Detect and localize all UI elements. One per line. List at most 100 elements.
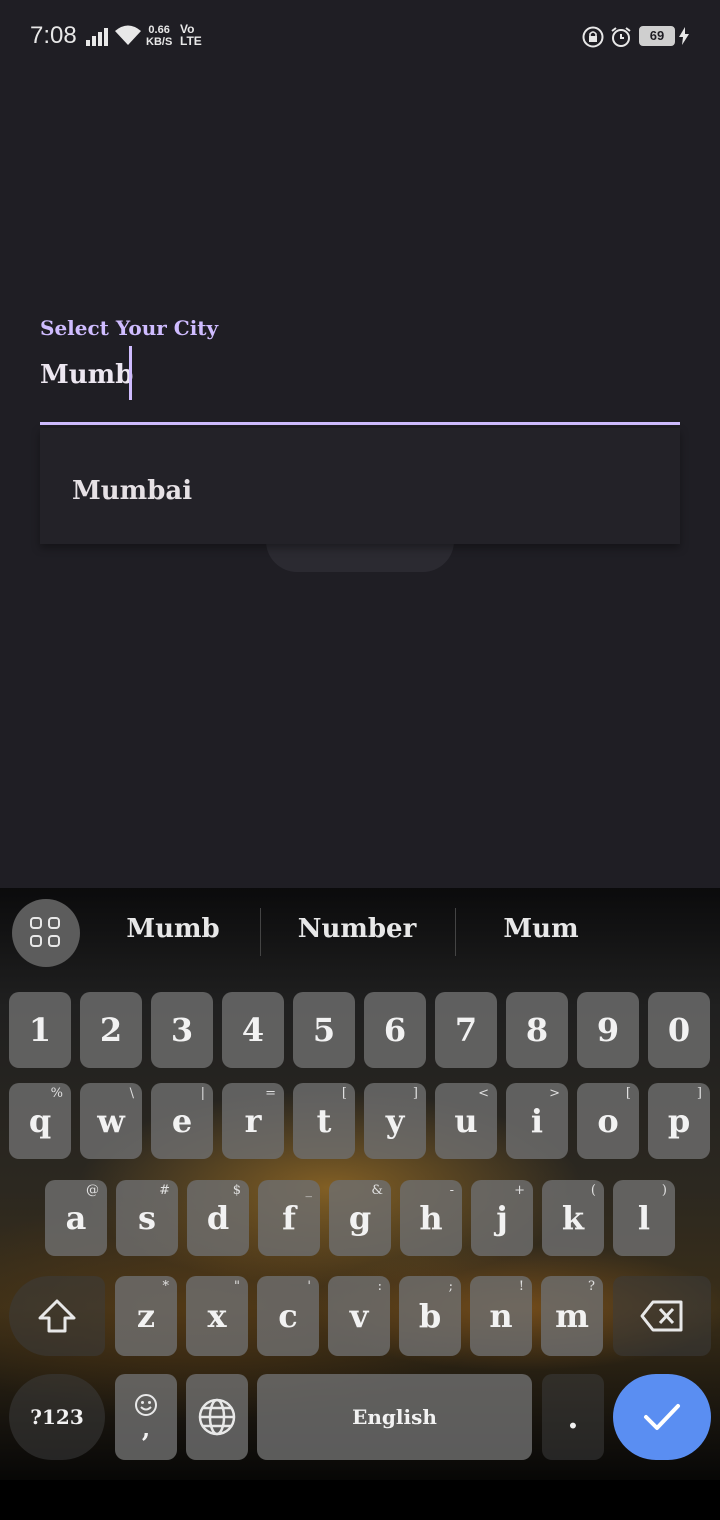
key-hint: ]: [412, 1086, 418, 1101]
key-p[interactable]: p]: [648, 1083, 710, 1159]
key-label: r: [244, 1102, 262, 1140]
apps-grid-button[interactable]: [12, 899, 80, 967]
grid-icon: [30, 917, 42, 929]
key-u[interactable]: u <: [435, 1083, 497, 1159]
key-hint: #: [159, 1183, 170, 1198]
key-label: v: [349, 1297, 369, 1335]
rotation-lock-icon: [582, 26, 604, 48]
key-hint: ": [234, 1279, 240, 1294]
key-hint: ;: [448, 1279, 453, 1294]
key-hint: >: [549, 1086, 560, 1101]
word-suggestion[interactable]: Mumb: [83, 914, 263, 944]
key-label: l: [637, 1199, 651, 1237]
symbols-key[interactable]: ?123: [9, 1374, 105, 1460]
key-label: 3: [170, 1011, 194, 1049]
alarm-icon: [611, 27, 631, 47]
key-hint: @: [86, 1183, 99, 1198]
key-hint: <: [478, 1086, 489, 1101]
key-hint: $: [232, 1183, 241, 1198]
city-input[interactable]: Mumb: [40, 360, 133, 390]
key-y[interactable]: y]: [364, 1083, 426, 1159]
key-w[interactable]: w \: [80, 1083, 142, 1159]
key-z[interactable]: z *: [115, 1276, 177, 1356]
key-1[interactable]: 1: [9, 992, 71, 1068]
key-label: 1: [28, 1011, 52, 1049]
key-hint: |: [200, 1086, 205, 1101]
key-label: m: [555, 1297, 589, 1335]
key-hint: [: [341, 1086, 347, 1101]
key-3[interactable]: 3: [151, 992, 213, 1068]
key-label: 4: [241, 1011, 265, 1049]
key-6[interactable]: 6: [364, 992, 426, 1068]
key-h[interactable]: h-: [400, 1180, 462, 1256]
key-a[interactable]: a @: [45, 1180, 107, 1256]
key-label: e: [171, 1102, 193, 1140]
city-field-label: Select Your City: [40, 316, 219, 340]
language-key[interactable]: [186, 1374, 248, 1460]
key-g[interactable]: g &: [329, 1180, 391, 1256]
key-5[interactable]: 5: [293, 992, 355, 1068]
key-s[interactable]: s #: [116, 1180, 178, 1256]
key-label: k: [561, 1199, 585, 1237]
key-l[interactable]: l): [613, 1180, 675, 1256]
key-r[interactable]: r =: [222, 1083, 284, 1159]
cellular-signal-icon: [86, 28, 108, 46]
key-f[interactable]: f _: [258, 1180, 320, 1256]
globe-icon: [198, 1398, 236, 1436]
network-speed: 0.66 KB/S: [146, 24, 173, 48]
key-label: 2: [99, 1011, 123, 1049]
status-bar: 7:08 0.66 KB/S Vo LTE 69: [0, 0, 720, 76]
key-label: a: [65, 1199, 87, 1237]
key-i[interactable]: i >: [506, 1083, 568, 1159]
key-label: i: [530, 1102, 544, 1140]
key-label: d: [206, 1199, 230, 1237]
word-suggestion[interactable]: Number: [267, 914, 447, 944]
key-7[interactable]: 7: [435, 992, 497, 1068]
key-hint: !: [518, 1279, 524, 1294]
shift-key[interactable]: [9, 1276, 105, 1356]
shift-arrow-icon: [38, 1299, 76, 1333]
city-option-mumbai[interactable]: Mumbai: [72, 476, 192, 506]
key-k[interactable]: k(: [542, 1180, 604, 1256]
navigation-bar: [0, 1480, 720, 1520]
key-b[interactable]: b;: [399, 1276, 461, 1356]
suggestion-strip: Mumb Number Mum: [0, 888, 720, 980]
word-suggestion[interactable]: Mum: [451, 914, 631, 944]
key-label: t: [316, 1102, 332, 1140]
key-label: b: [418, 1297, 442, 1335]
key-o[interactable]: o[: [577, 1083, 639, 1159]
key-hint: +: [514, 1183, 525, 1198]
key-q[interactable]: q%: [9, 1083, 71, 1159]
key-e[interactable]: e |: [151, 1083, 213, 1159]
key-t[interactable]: t[: [293, 1083, 355, 1159]
key-j[interactable]: j +: [471, 1180, 533, 1256]
key-n[interactable]: n!: [470, 1276, 532, 1356]
key-label: f: [282, 1199, 296, 1237]
space-key[interactable]: English: [257, 1374, 532, 1460]
key-hint: [: [625, 1086, 631, 1101]
checkmark-icon: [644, 1404, 680, 1430]
key-9[interactable]: 9: [577, 992, 639, 1068]
period-key[interactable]: .: [542, 1374, 604, 1460]
status-time: 7:08: [30, 22, 77, 49]
key-hint: %: [50, 1086, 63, 1101]
key-label: x: [207, 1297, 227, 1335]
key-0[interactable]: 0: [648, 992, 710, 1068]
key-m[interactable]: m?: [541, 1276, 603, 1356]
key-2[interactable]: 2: [80, 992, 142, 1068]
key-label: s: [137, 1199, 156, 1237]
key-4[interactable]: 4: [222, 992, 284, 1068]
emoji-comma-key[interactable]: ,: [115, 1374, 177, 1460]
key-v[interactable]: v:: [328, 1276, 390, 1356]
key-label: 6: [383, 1011, 407, 1049]
key-8[interactable]: 8: [506, 992, 568, 1068]
key-label: q: [28, 1102, 52, 1140]
key-c[interactable]: c ': [257, 1276, 319, 1356]
divider: [260, 908, 261, 956]
key-label: 9: [596, 1011, 620, 1049]
done-key[interactable]: [613, 1374, 711, 1460]
key-d[interactable]: d $: [187, 1180, 249, 1256]
key-x[interactable]: x ": [186, 1276, 248, 1356]
key-hint: \: [129, 1086, 134, 1101]
backspace-key[interactable]: [613, 1276, 711, 1356]
